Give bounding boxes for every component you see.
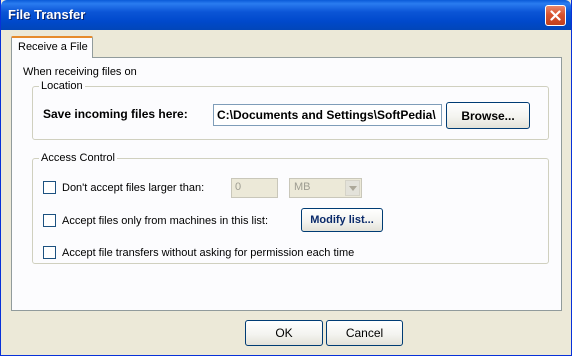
tab-receive-a-file[interactable]: Receive a File (11, 36, 93, 58)
close-icon (550, 10, 561, 21)
access-control-legend: Access Control (39, 152, 117, 164)
max-size-row: Don't accept files larger than: (43, 181, 204, 194)
location-legend: Location (39, 80, 85, 92)
no-ask-checkbox[interactable] (43, 246, 56, 259)
file-transfer-dialog: File Transfer Receive a File When receiv… (0, 0, 572, 356)
window-title: File Transfer (8, 7, 86, 22)
close-button[interactable] (545, 5, 566, 26)
title-bar[interactable]: File Transfer (1, 0, 571, 30)
ok-button[interactable]: OK (245, 320, 323, 346)
machines-only-label: Accept files only from machines in this … (62, 214, 269, 227)
no-ask-row: Accept file transfers without asking for… (43, 246, 354, 259)
no-ask-label: Accept file transfers without asking for… (62, 246, 355, 259)
max-size-checkbox[interactable] (43, 181, 56, 194)
save-location-label: Save incoming files here: (43, 107, 188, 121)
location-group: Location Save incoming files here: C:\Do… (32, 80, 549, 140)
modify-list-button[interactable]: Modify list... (301, 208, 383, 232)
size-unit-select[interactable]: MB (289, 178, 362, 198)
machines-row: Accept files only from machines in this … (43, 214, 268, 227)
max-size-input[interactable]: 0 (231, 178, 278, 198)
save-path-field[interactable]: C:\Documents and Settings\SoftPedia\ (213, 104, 442, 126)
panel-label: When receiving files on (23, 66, 137, 78)
chevron-down-icon (345, 180, 360, 196)
max-size-label: Don't accept files larger than: (62, 181, 205, 194)
cancel-button[interactable]: Cancel (326, 320, 403, 346)
browse-button[interactable]: Browse... (446, 102, 530, 129)
receive-file-panel: When receiving files on Location Save in… (11, 57, 562, 311)
machines-only-checkbox[interactable] (43, 214, 56, 227)
size-unit-value: MB (294, 181, 311, 193)
access-control-group: Access Control Don't accept files larger… (32, 152, 549, 264)
